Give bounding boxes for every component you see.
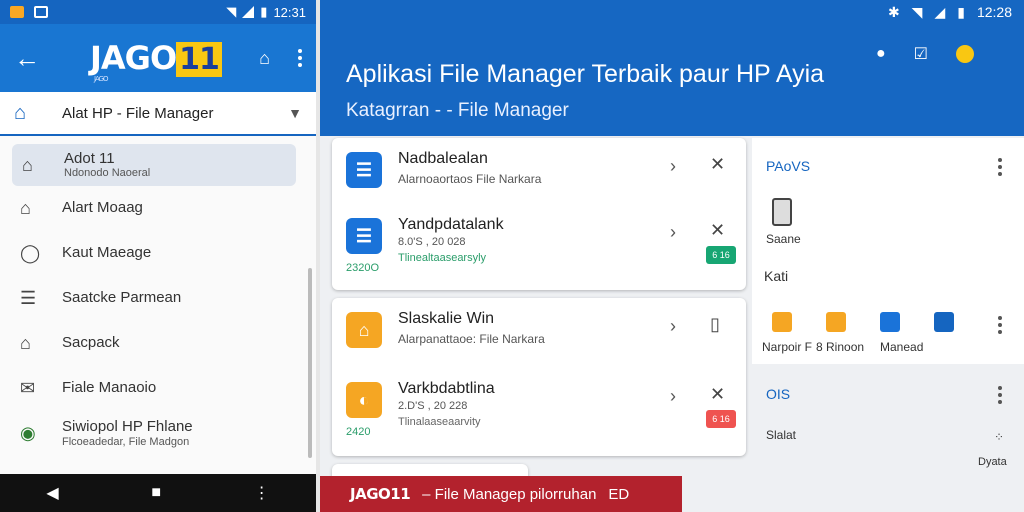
back-arrow-icon[interactable]: ←: [14, 43, 50, 74]
battery-icon: ▮: [957, 3, 965, 20]
app-card: ☰ Nadbalealan Alarnoaortaos File Narkara…: [332, 138, 746, 290]
app-icon: ◐: [346, 382, 382, 418]
bluetooth-icon: ✱: [887, 3, 900, 20]
notification-icon: [10, 6, 24, 18]
tool-label: Narpoir F: [762, 340, 813, 354]
more-options-icon[interactable]: [998, 386, 1004, 404]
status-badge: 6 16: [706, 410, 736, 428]
tools-icon[interactable]: ✕: [710, 384, 725, 405]
home-icon: ⌂: [346, 312, 382, 348]
dropdown-label: Alat HP - File Manager: [62, 104, 214, 122]
more-options-icon[interactable]: [998, 158, 1004, 176]
side-panel-2: [752, 370, 1024, 470]
wifi-icon: ◥: [911, 3, 923, 20]
side-section-title: OIS: [766, 386, 791, 402]
location-icon: ◯: [20, 243, 41, 263]
menu-list: ⌂ Adot 11 Ndonodo Naoeral ⌂ Alart Moaag ◯…: [0, 136, 316, 456]
signal-icon: ◢: [934, 3, 946, 20]
dyata-label: Dyata: [978, 456, 1007, 468]
list-item[interactable]: ☰ Yandpdatalank 8.0'S , 20 028 Tlinealta…: [332, 204, 746, 274]
tools-icon[interactable]: ✕: [710, 220, 725, 241]
chevron-right-icon: ›: [670, 386, 676, 406]
document-icon: ☰: [346, 218, 382, 254]
status-time: 12:28: [976, 4, 1012, 20]
header: ✱ ◥ ◢ ▮ 12:28 ● ☑ Aplikasi File Manager …: [320, 0, 1024, 136]
slalat-label: Slalat: [766, 428, 797, 442]
folder-icon[interactable]: [826, 312, 846, 332]
side-tools: [772, 312, 954, 332]
chevron-right-icon: ›: [670, 156, 676, 176]
more-options-icon[interactable]: [998, 316, 1004, 334]
backpack-icon: ⌂: [20, 333, 31, 353]
chevron-right-icon: ›: [670, 222, 676, 242]
phone-icon[interactable]: ▯: [710, 314, 720, 335]
status-time: 12:31: [273, 4, 306, 20]
status-badge: 6 16: [706, 246, 736, 264]
more-options-icon[interactable]: [298, 49, 302, 67]
app-card: ⌂ Slaskalie Win Alarpanattaoe: File Nark…: [332, 298, 746, 456]
menu-item[interactable]: ☰ Saatcke Parmean: [0, 276, 316, 321]
notification-icon: ⌂: [20, 198, 31, 218]
dots-icon[interactable]: ⁘: [994, 430, 1004, 444]
share-icon[interactable]: [880, 312, 900, 332]
menu-item[interactable]: ✉ Fiale Manaoio: [0, 366, 316, 411]
menu-item[interactable]: ⌂ Sacpack: [0, 321, 316, 366]
chevron-right-icon: ›: [670, 316, 676, 336]
document-icon: ☰: [20, 288, 37, 308]
image-icon: [34, 6, 48, 18]
more-nav-icon[interactable]: ⋮: [254, 483, 270, 503]
list-item[interactable]: ☰ Nadbalealan Alarnoaortaos File Narkara…: [332, 138, 746, 202]
system-nav-bar: ◀ ■ ⋮: [0, 474, 316, 512]
status-bar: ◥ ▮ 12:31: [0, 0, 316, 24]
app-icon: ◉: [20, 423, 36, 443]
menu-item[interactable]: ◯ Kaut Maeage: [0, 231, 316, 276]
breadcrumb: Katagrran - - File Manager: [346, 100, 569, 121]
menu-item[interactable]: ⌂ Adot 11 Ndonodo Naoeral: [12, 144, 296, 186]
bookmark-icon[interactable]: ⌂: [259, 48, 270, 69]
home-icon: ⌂: [14, 101, 27, 124]
left-phone: ◥ ▮ 12:31 ← JAGO 11 JAGO ⌂ ⌂ Alat HP - Fi…: [0, 0, 316, 512]
back-nav-icon[interactable]: ◀: [46, 483, 58, 503]
promo-banner[interactable]: JAGO11 – File Managep pilorruhan ED: [320, 476, 682, 512]
tools-icon[interactable]: ✕: [710, 154, 725, 175]
notification-icon[interactable]: ●: [876, 45, 886, 63]
battery-icon: ▮: [260, 4, 268, 19]
mail-icon: ✉: [20, 378, 36, 398]
kati-label: Kati: [764, 268, 789, 284]
device-label: Saane: [766, 232, 801, 246]
scrollbar[interactable]: [308, 268, 312, 458]
right-pane: ✱ ◥ ◢ ▮ 12:28 ● ☑ Aplikasi File Manager …: [320, 0, 1024, 512]
brand-logo: JAGO 11 JAGO: [90, 39, 222, 83]
device-icon[interactable]: [772, 198, 792, 226]
signal-icon: [242, 6, 255, 18]
list-item[interactable]: ⌂ Slaskalie Win Alarpanattaoe: File Nark…: [332, 298, 746, 362]
menu-item[interactable]: ⌂ Alart Moaag: [0, 186, 316, 231]
side-section-title: PAoVS: [766, 158, 811, 174]
document-icon: ☰: [346, 152, 382, 188]
coin-icon[interactable]: [956, 45, 974, 63]
tool-label: Manead: [880, 340, 924, 354]
screen: ◥ ▮ 12:31 ← JAGO 11 JAGO ⌂ ⌂ Alat HP - Fi…: [0, 0, 1024, 512]
play-icon[interactable]: [772, 312, 792, 332]
wifi-icon: ◥: [226, 4, 237, 19]
menu-item[interactable]: ◉ Siwiopol HP Fhlane Flcoeadedar, File Ma…: [0, 411, 316, 456]
status-bar: ✱ ◥ ◢ ▮ 12:28: [320, 0, 1024, 24]
header-actions: ● ☑: [876, 44, 974, 64]
card-icon[interactable]: [934, 312, 954, 332]
page-title: Aplikasi File Manager Terbaik paur HP Ay…: [346, 60, 825, 88]
home-icon: ⌂: [22, 154, 33, 175]
tool-label: 8 Rinoon: [816, 340, 865, 354]
chevron-down-icon: ▼: [288, 105, 302, 121]
checkbox-icon[interactable]: ☑: [914, 44, 928, 64]
category-dropdown[interactable]: ⌂ Alat HP - File Manager ▼: [0, 92, 316, 136]
list-item[interactable]: ◐ Varkbdabtlina 2.D'S , 20 228 Tlinalaas…: [332, 368, 746, 438]
home-nav-icon[interactable]: ■: [151, 484, 161, 502]
app-bar: ← JAGO 11 JAGO ⌂: [0, 24, 316, 92]
